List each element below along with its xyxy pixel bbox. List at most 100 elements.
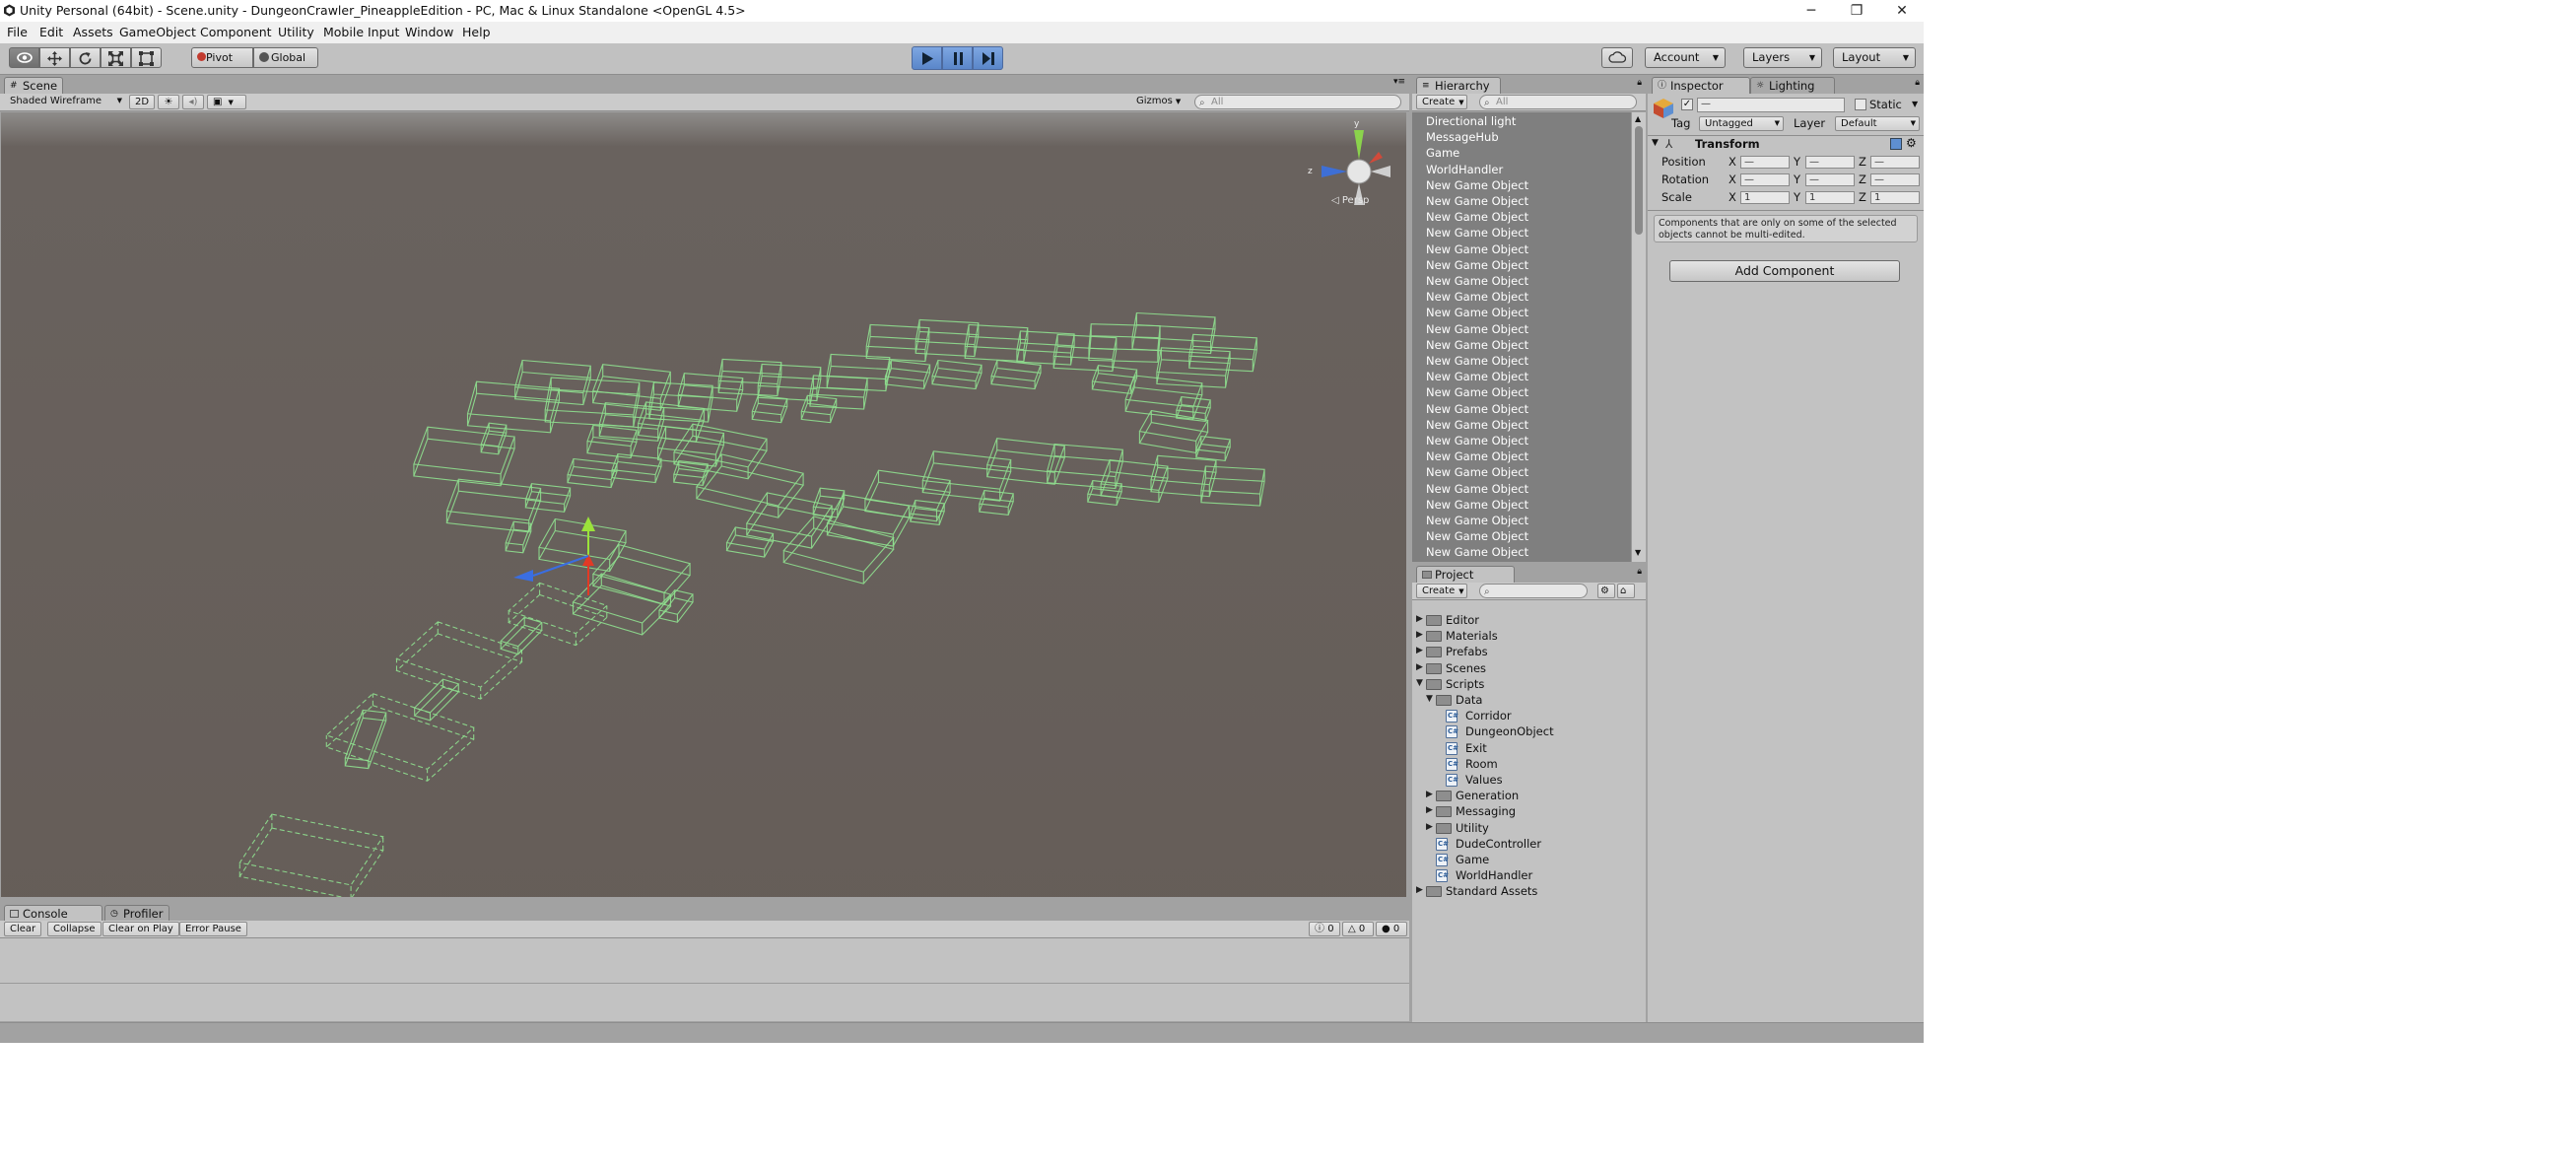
2d-toggle[interactable]: 2D [129,95,155,109]
menu-window[interactable]: Window [405,22,453,43]
console-log-area[interactable] [0,939,1409,984]
pause-button[interactable] [942,46,973,70]
menu-file[interactable]: File [7,22,28,43]
tag-dropdown[interactable]: Untagged ▼ [1699,116,1784,131]
layers-dropdown[interactable]: Layers ▼ [1743,47,1822,68]
scrollbar-thumb[interactable] [1635,126,1643,235]
project-folder-item[interactable]: ▼ Data [1412,692,1646,708]
hierarchy-item[interactable]: New Game Object [1426,449,1528,463]
menu-help[interactable]: Help [462,22,491,43]
gizmos-dropdown[interactable]: Gizmos ▼ [1131,95,1186,109]
scene-viewport[interactable]: y z ◁ Persp [1,112,1406,897]
play-button[interactable] [912,46,942,70]
audio-toggle[interactable]: ◂) [182,95,204,109]
menu-component[interactable]: Component [200,22,272,43]
position-z-field[interactable]: — [1870,156,1920,169]
collapsed-arrow-icon[interactable]: ▶ [1416,662,1423,672]
layout-dropdown[interactable]: Layout ▼ [1833,47,1916,68]
hierarchy-scrollbar[interactable]: ▲ ▼ [1631,112,1646,562]
hierarchy-item[interactable]: New Game Object [1426,370,1528,383]
hierarchy-item[interactable]: Directional light [1426,114,1516,128]
tab-lighting[interactable]: ☼ Lighting [1750,77,1835,94]
project-folder-item[interactable]: ▶ Prefabs [1412,644,1646,659]
collapsed-arrow-icon[interactable]: ▶ [1416,614,1423,624]
scroll-down-icon[interactable]: ▼ [1635,548,1641,557]
error-pause-toggle[interactable]: Error Pause [179,922,247,936]
rotation-x-field[interactable]: — [1740,173,1790,186]
project-script-item[interactable]: DungeonObject [1412,723,1646,739]
hierarchy-item[interactable]: New Game Object [1426,514,1528,527]
cloud-button[interactable] [1601,47,1633,68]
projection-label[interactable]: ◁ Persp [1331,195,1369,206]
project-script-item[interactable]: Corridor [1412,708,1646,723]
scroll-up-icon[interactable]: ▲ [1635,114,1641,123]
hierarchy-item[interactable]: WorldHandler [1426,163,1503,176]
global-toggle[interactable]: Global [253,47,318,68]
collapsed-arrow-icon[interactable]: ▶ [1416,630,1423,640]
rotate-tool-button[interactable] [70,47,101,68]
clear-button[interactable]: Clear [4,922,42,936]
project-script-item[interactable]: Game [1412,852,1646,867]
expanded-arrow-icon[interactable]: ▼ [1426,694,1433,704]
error-count-toggle[interactable]: ● 0 [1376,922,1407,936]
lock-icon[interactable]: 🔒︎ [1637,78,1642,88]
filter-label-button[interactable]: ⌂ [1617,584,1635,598]
project-folder-item[interactable]: ▶ Standard Assets [1412,883,1646,899]
menu-assets[interactable]: Assets [73,22,113,43]
menu-edit[interactable]: Edit [39,22,63,43]
hierarchy-item[interactable]: Game [1426,146,1459,160]
hierarchy-item[interactable]: New Game Object [1426,322,1528,336]
clear-on-play-toggle[interactable]: Clear on Play [102,922,179,936]
project-folder-item[interactable]: ▶ Materials [1412,628,1646,644]
project-script-item[interactable]: Room [1412,756,1646,772]
hand-tool-button[interactable] [9,47,39,68]
tab-console[interactable]: Console [4,905,102,921]
collapsed-arrow-icon[interactable]: ▶ [1426,805,1433,815]
static-checkbox[interactable] [1855,99,1866,110]
object-name-field[interactable]: — [1697,98,1845,112]
collapsed-arrow-icon[interactable]: ▶ [1416,646,1423,655]
project-create-dropdown[interactable]: Create ▼ [1416,584,1467,598]
active-checkbox[interactable]: ✓ [1681,99,1693,110]
collapse-button[interactable]: Collapse [47,922,102,936]
help-book-icon[interactable] [1890,138,1902,150]
tab-scene[interactable]: # Scene [4,77,63,94]
hierarchy-item[interactable]: New Game Object [1426,529,1528,543]
hierarchy-item[interactable]: New Game Object [1426,210,1528,224]
tab-profiler[interactable]: ◷ Profiler [104,905,169,921]
hierarchy-item[interactable]: New Game Object [1426,274,1528,288]
tab-hierarchy[interactable]: ≡ Hierarchy [1416,77,1501,94]
close-button[interactable]: ✕ [1879,0,1924,22]
tab-project[interactable]: Project [1416,566,1515,583]
lock-icon[interactable]: 🔒︎ [1637,567,1642,577]
pivot-toggle[interactable]: Pivot [191,47,253,68]
hierarchy-item[interactable]: New Game Object [1426,402,1528,416]
rect-tool-button[interactable] [131,47,162,68]
hierarchy-item[interactable]: New Game Object [1426,482,1528,496]
hierarchy-item[interactable]: New Game Object [1426,385,1528,399]
collapsed-arrow-icon[interactable]: ▶ [1416,885,1423,895]
info-count-toggle[interactable]: ⓘ 0 [1309,922,1340,936]
effects-dropdown[interactable]: ▣ ▼ [207,95,246,109]
hierarchy-item[interactable]: New Game Object [1426,258,1528,272]
transform-header[interactable]: ▼ ⅄ Transform ⚙ [1648,136,1924,153]
scale-tool-button[interactable] [101,47,131,68]
hierarchy-item[interactable]: New Game Object [1426,290,1528,304]
gear-icon[interactable]: ⚙ [1906,136,1917,150]
position-y-field[interactable]: — [1805,156,1855,169]
account-dropdown[interactable]: Account ▼ [1645,47,1726,68]
project-folder-item[interactable]: ▶ Editor [1412,612,1646,628]
hierarchy-item[interactable]: New Game Object [1426,354,1528,368]
project-folder-item[interactable]: ▶ Scenes [1412,660,1646,676]
project-script-item[interactable]: DudeController [1412,836,1646,852]
hierarchy-item[interactable]: MessageHub [1426,130,1499,144]
layer-dropdown[interactable]: Default ▼ [1835,116,1920,131]
restore-button[interactable]: ❐ [1834,0,1879,22]
filter-type-button[interactable]: ⚙ [1597,584,1615,598]
minimize-button[interactable]: ─ [1789,0,1834,22]
warning-count-toggle[interactable]: △ 0 [1342,922,1374,936]
project-search-input[interactable]: ⌕ [1479,584,1588,598]
hierarchy-item[interactable]: New Game Object [1426,498,1528,512]
menu-mobile-input[interactable]: Mobile Input [323,22,399,43]
expanded-arrow-icon[interactable]: ▼ [1416,678,1423,688]
